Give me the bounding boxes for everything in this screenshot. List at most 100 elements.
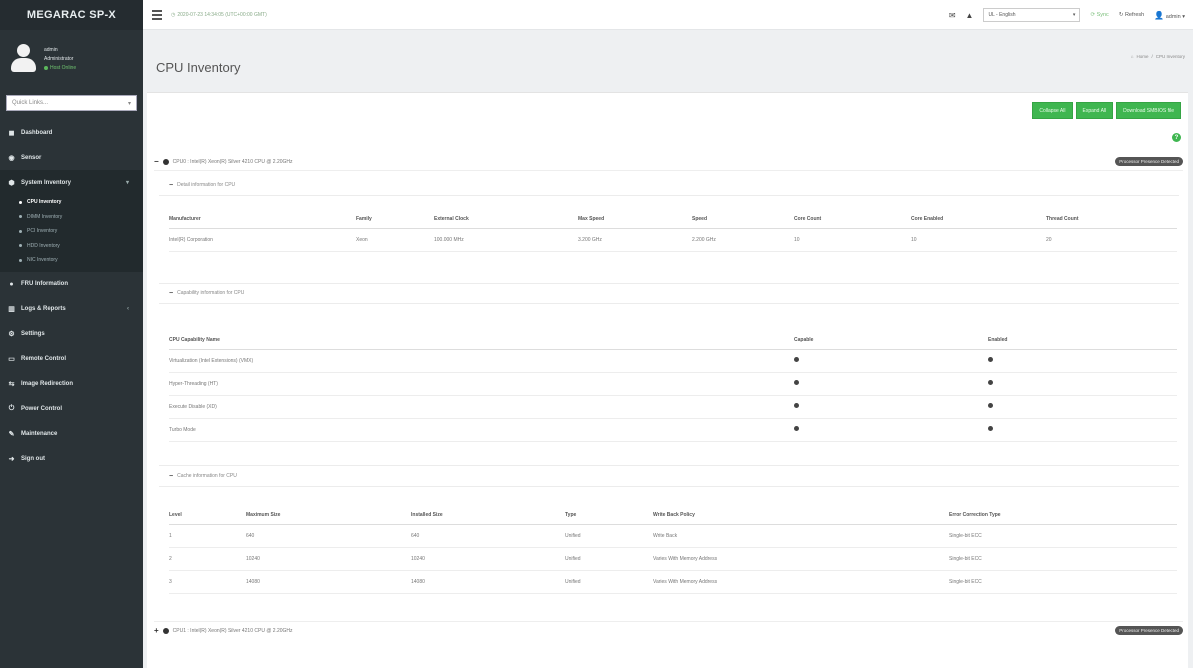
sidebar-subitem-pci-inventory[interactable]: PCI Inventory: [0, 224, 143, 239]
table-cell: 2.200 GHz: [692, 228, 794, 252]
collapse-icon[interactable]: −: [154, 157, 159, 166]
column-header: Error Correction Type: [949, 506, 1177, 525]
wrench-icon: ✎: [8, 431, 15, 438]
sidebar-nav: ◼ Dashboard ◉ Sensor ⬢ System Inventory ▾ CP…: [0, 120, 143, 472]
table-cell: 10240: [411, 547, 565, 571]
column-header: CPU Capability Name: [169, 331, 794, 350]
sidebar-item-sensor[interactable]: ◉ Sensor: [0, 145, 143, 170]
section-title: Cache information for CPU: [177, 473, 237, 479]
table-cell: 20: [1046, 228, 1177, 252]
table-cell: Single-bit ECC: [949, 570, 1177, 594]
table-row: Execute Disable (XD): [169, 395, 1177, 419]
divider: [159, 283, 1179, 284]
table-header-row: Level Maximum Size Installed Size Type W…: [169, 506, 1177, 525]
capability-section-header[interactable]: − Capability information for CPU: [169, 286, 244, 300]
bullet-icon: [19, 258, 22, 262]
table-cell: Execute Disable (XD): [169, 395, 794, 419]
subitem-label: NIC Inventory: [27, 257, 58, 264]
sidebar-item-remote-control[interactable]: ▭ Remote Control: [0, 347, 143, 372]
check-bullet-icon: [794, 403, 799, 408]
hamburger-menu-icon[interactable]: [152, 9, 162, 20]
table-cell: Varies With Memory Address: [653, 570, 949, 594]
refresh-label: Refresh: [1124, 12, 1145, 18]
signout-icon: ➜: [8, 456, 15, 463]
expand-icon[interactable]: +: [154, 626, 159, 635]
sidebar-item-label: Sign out: [21, 456, 45, 462]
sidebar-subitem-dimm-inventory[interactable]: DIMM Inventory: [0, 210, 143, 225]
sidebar-item-label: Power Control: [21, 406, 63, 412]
sidebar-item-system-inventory[interactable]: ⬢ System Inventory ▾: [0, 170, 143, 195]
sidebar-item-sign-out[interactable]: ➜ Sign out: [0, 447, 143, 472]
column-header: Core Count: [794, 210, 911, 229]
check-bullet-icon: [794, 357, 799, 362]
sidebar: MEGARAC SP-X admin Administrator Host On…: [0, 0, 143, 668]
sidebar-item-dashboard[interactable]: ◼ Dashboard: [0, 120, 143, 145]
help-icon[interactable]: ?: [1172, 133, 1181, 142]
table-cell: [794, 372, 988, 396]
sidebar-item-settings[interactable]: ⚙ Settings: [0, 322, 143, 347]
collapse-icon[interactable]: −: [169, 290, 173, 297]
alert-icon[interactable]: ▲: [966, 11, 974, 20]
table-cell: Intel(R) Corporation: [169, 228, 356, 252]
user-menu[interactable]: 👤 admin ▾: [1154, 11, 1185, 20]
host-status: Host Online: [44, 65, 76, 71]
check-bullet-icon: [988, 380, 993, 385]
column-header: Maximum Size: [246, 506, 411, 525]
quicklinks-select[interactable]: Quick Links... ▾: [6, 95, 137, 111]
table-cell: 10240: [246, 547, 411, 571]
language-select[interactable]: UL - English ▾: [983, 8, 1081, 22]
column-header: External Clock: [434, 210, 578, 229]
table-cell: 10: [794, 228, 911, 252]
sidebar-item-maintenance[interactable]: ✎ Maintenance: [0, 422, 143, 447]
column-header: Speed: [692, 210, 794, 229]
home-icon: ⌂: [1130, 54, 1134, 59]
divider: [159, 303, 1179, 304]
sidebar-item-image-redirection[interactable]: ⇆ Image Redirection: [0, 372, 143, 397]
cpu0-header[interactable]: − CPU0 : Intel(R) Xeon(R) Silver 4210 CP…: [154, 153, 1183, 171]
breadcrumb-home[interactable]: Home: [1136, 54, 1148, 59]
sidebar-item-logs-reports[interactable]: ▥ Logs & Reports ‹: [0, 297, 143, 322]
bullet-icon: [19, 229, 22, 233]
cache-section-header[interactable]: − Cache information for CPU: [169, 469, 237, 483]
cpu1-header[interactable]: + CPU1 : Intel(R) Xeon(R) Silver 4210 CP…: [154, 621, 1183, 639]
table-cell: [988, 349, 1177, 373]
sidebar-item-label: Logs & Reports: [21, 306, 66, 312]
sidebar-item-power-control[interactable]: ⏻ Power Control: [0, 397, 143, 422]
host-status-label: Host Online: [50, 65, 77, 71]
collapse-all-button[interactable]: Collapse All: [1032, 102, 1073, 119]
sync-button[interactable]: ⟳ Sync: [1090, 12, 1108, 18]
monitor-icon: ▭: [8, 356, 15, 363]
user-panel: admin Administrator Host Online: [0, 30, 143, 88]
collapse-icon[interactable]: −: [169, 473, 173, 480]
datetime-label: 2020-07-23 14:34:05 (UTC+00:00 GMT): [177, 11, 267, 18]
table-cell: Write Back: [653, 524, 949, 548]
cpu-detail-table: Manufacturer Family External Clock Max S…: [169, 210, 1177, 252]
message-icon[interactable]: ✉: [949, 11, 956, 20]
sidebar-item-label: Image Redirection: [21, 381, 74, 387]
cpu-capability-table: CPU Capability Name Capable Enabled Virt…: [169, 331, 1177, 442]
chevron-left-icon: ‹: [127, 306, 129, 312]
download-smbios-button[interactable]: Download SMBIOS file: [1116, 102, 1181, 119]
table-cell: Unified: [565, 524, 653, 548]
inventory-panel: Collapse All Expand All Download SMBIOS …: [147, 92, 1188, 668]
table-cell: Turbo Mode: [169, 418, 794, 442]
sidebar-item-fru-information[interactable]: ● FRU Information: [0, 272, 143, 297]
server-datetime: ◷ 2020-07-23 14:34:05 (UTC+00:00 GMT): [171, 12, 267, 18]
user-name: admin: [44, 47, 58, 53]
sidebar-subitem-hdd-inventory[interactable]: HDD Inventory: [0, 239, 143, 254]
collapse-icon[interactable]: −: [169, 182, 173, 189]
table-cell: 14080: [246, 570, 411, 594]
topbar-right: ✉ ▲ UL - English ▾ ⟳ Sync ↻ Refresh 👤 adm…: [949, 0, 1185, 30]
expand-all-button[interactable]: Expand All: [1075, 102, 1114, 119]
table-row: Intel(R) Corporation Xeon 100.000 MHz 3.…: [169, 228, 1177, 252]
sidebar-subitem-nic-inventory[interactable]: NIC Inventory: [0, 253, 143, 268]
detail-section-header[interactable]: − Detail information for CPU: [169, 178, 235, 192]
subitem-label: HDD Inventory: [27, 242, 60, 249]
divider: [159, 486, 1179, 487]
sidebar-item-label: Dashboard: [21, 129, 53, 136]
topbar: ◷ 2020-07-23 14:34:05 (UTC+00:00 GMT) ✉ ▲…: [143, 0, 1193, 30]
power-icon: ⏻: [8, 405, 15, 412]
sidebar-subitem-cpu-inventory[interactable]: CPU Inventory: [0, 195, 143, 210]
user-role: Administrator: [44, 56, 74, 62]
refresh-button[interactable]: ↻ Refresh: [1119, 12, 1144, 18]
